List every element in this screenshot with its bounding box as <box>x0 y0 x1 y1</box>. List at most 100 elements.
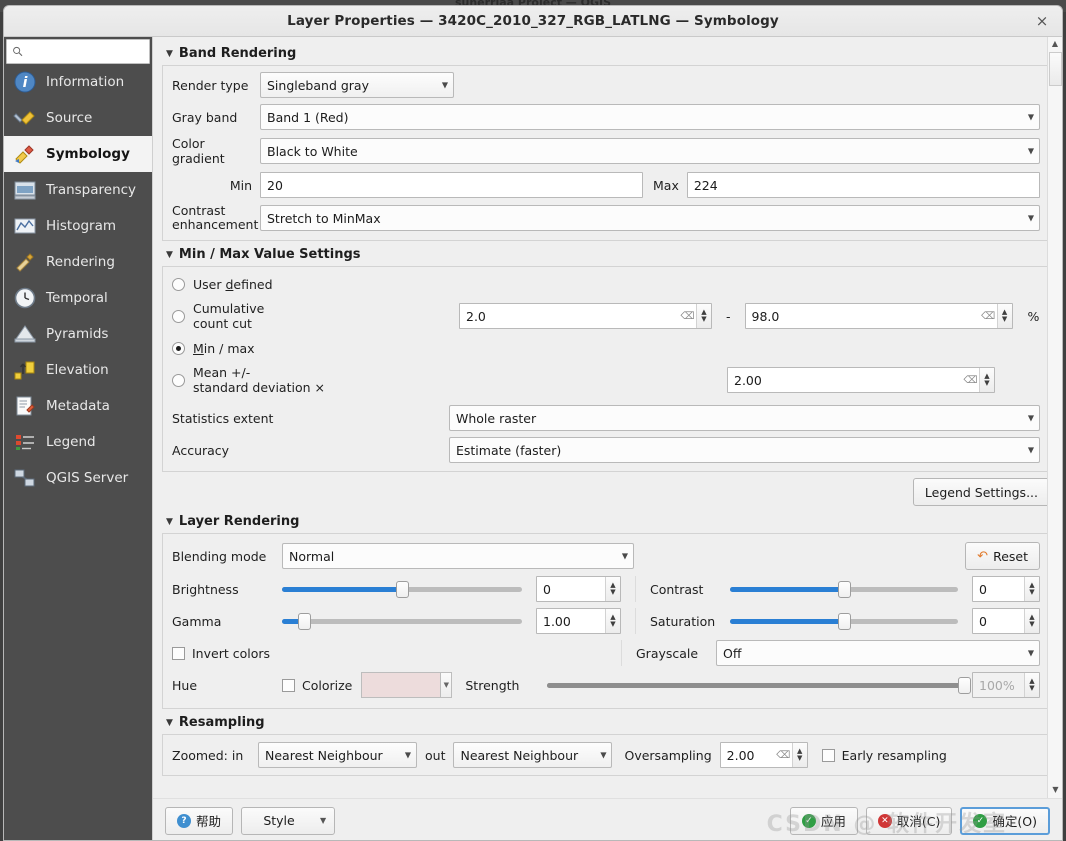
search-box[interactable] <box>6 39 150 64</box>
render-type-dropdown[interactable]: Singleband gray ▼ <box>260 72 454 98</box>
early-resampling-row[interactable]: Early resampling <box>821 748 947 763</box>
invert-colors-row[interactable]: Invert colors <box>172 646 621 661</box>
chevron-down-icon: ▼ <box>600 750 607 760</box>
help-button[interactable]: ? 帮助 <box>165 806 234 835</box>
oversampling-label: Oversampling <box>624 747 712 763</box>
sidebar-item-transparency[interactable]: Transparency <box>4 172 152 208</box>
scroll-up-arrow-icon[interactable]: ▲ <box>1048 37 1062 52</box>
style-button[interactable]: Style ▼ <box>241 806 336 835</box>
stepper-icon[interactable]: ▲ ▼ <box>1024 609 1039 633</box>
slider-handle[interactable] <box>958 676 971 694</box>
max-label: Max <box>653 177 679 193</box>
mean-stddev-spinbox[interactable]: 2.00 ⌫ ▲ ▼ <box>727 367 995 393</box>
saturation-spinbox[interactable]: 0 ▲ ▼ <box>972 608 1040 634</box>
contrast-spinbox[interactable]: 0 ▲ ▼ <box>972 576 1040 602</box>
blending-mode-dropdown[interactable]: Normal ▼ <box>282 543 634 569</box>
colorize-checkbox[interactable] <box>282 678 295 692</box>
chevron-down-icon: ▼ <box>1027 413 1034 423</box>
brightness-slider[interactable] <box>282 579 522 599</box>
dialog-body: i Information Source Symbology Transpare… <box>4 37 1062 840</box>
sidebar-item-information[interactable]: i Information <box>4 64 152 100</box>
sidebar-item-symbology[interactable]: Symbology <box>4 136 152 172</box>
sidebar-item-temporal[interactable]: Temporal <box>4 280 152 316</box>
chevron-down-icon: ▼ <box>1027 648 1034 658</box>
sidebar-item-source[interactable]: Source <box>4 100 152 136</box>
legend-settings-button[interactable]: Legend Settings... <box>912 478 1050 506</box>
cumulative-low-spinbox[interactable]: 2.0 ⌫ ▲ ▼ <box>459 303 712 329</box>
vertical-scrollbar[interactable]: ▲ ▼ <box>1047 37 1062 798</box>
oversampling-spinbox[interactable]: 2.00 ⌫ ▲ ▼ <box>719 742 808 768</box>
cancel-button[interactable]: ✕ 取消(C) <box>865 806 953 835</box>
stepper-icon[interactable]: ▲ ▼ <box>696 304 711 328</box>
stepper-icon[interactable]: ▲ ▼ <box>605 577 620 601</box>
apply-button[interactable]: ✓ 应用 <box>789 806 858 835</box>
section-minmax-header[interactable]: ▼ Min / Max Value Settings <box>166 247 1053 262</box>
sidebar-item-elevation[interactable]: Elevation <box>4 352 152 388</box>
clear-icon[interactable]: ⌫ <box>980 304 997 328</box>
sidebar-item-metadata[interactable]: Metadata <box>4 388 152 424</box>
search-input[interactable] <box>27 43 144 60</box>
option-user-defined[interactable]: User defined <box>172 277 1040 292</box>
sidebar-item-label: Transparency <box>46 182 137 198</box>
scroll-down-arrow-icon[interactable]: ▼ <box>1048 783 1062 798</box>
strength-slider[interactable] <box>547 675 971 695</box>
chevron-down-icon[interactable]: ▼ <box>441 672 453 698</box>
statistics-extent-dropdown[interactable]: Whole raster ▼ <box>449 405 1040 431</box>
saturation-slider[interactable] <box>730 611 958 631</box>
section-layer-rendering-header[interactable]: ▼ Layer Rendering <box>166 514 1053 529</box>
sidebar-item-pyramids[interactable]: Pyramids <box>4 316 152 352</box>
zoomed-in-dropdown[interactable]: Nearest Neighbour ▼ <box>258 742 417 768</box>
contrast-slider[interactable] <box>730 579 958 599</box>
color-swatch[interactable] <box>361 672 442 698</box>
accuracy-dropdown[interactable]: Estimate (faster) ▼ <box>449 437 1040 463</box>
sidebar-item-rendering[interactable]: Rendering <box>4 244 152 280</box>
reset-button[interactable]: ↶ Reset <box>965 542 1040 570</box>
gray-band-dropdown[interactable]: Band 1 (Red) ▼ <box>260 104 1040 130</box>
color-gradient-dropdown[interactable]: Black to White ▼ <box>260 138 1040 164</box>
stepper-icon[interactable]: ▲ ▼ <box>1024 577 1039 601</box>
clear-icon[interactable]: ⌫ <box>962 368 979 392</box>
sidebar-item-legend[interactable]: Legend <box>4 424 152 460</box>
scrollbar-thumb[interactable] <box>1049 52 1062 86</box>
sidebar-item-label: Source <box>46 110 93 126</box>
min-input[interactable]: 20 <box>260 172 643 198</box>
invert-colors-checkbox[interactable] <box>172 646 185 660</box>
contrast-enhancement-dropdown[interactable]: Stretch to MinMax ▼ <box>260 205 1040 231</box>
colorize-row[interactable]: Colorize <box>282 678 352 693</box>
early-resampling-checkbox[interactable] <box>821 748 835 762</box>
stepper-icon[interactable]: ▲ ▼ <box>791 743 807 767</box>
slider-handle[interactable] <box>838 612 851 630</box>
option-cumulative-count-cut[interactable]: Cumulative count cut 2.0 ⌫ ▲ ▼ - 98.0 ⌫ ▲ ▼ <box>172 301 1040 331</box>
stepper-icon[interactable]: ▲ ▼ <box>996 304 1012 328</box>
close-icon[interactable]: × <box>1032 12 1052 32</box>
brightness-spinbox[interactable]: 0 ▲ ▼ <box>536 576 621 602</box>
slider-handle[interactable] <box>297 612 311 630</box>
grayscale-dropdown[interactable]: Off ▼ <box>716 640 1040 666</box>
stepper-icon[interactable]: ▲ ▼ <box>605 609 620 633</box>
cumulative-high-spinbox[interactable]: 98.0 ⌫ ▲ ▼ <box>744 303 1013 329</box>
clear-icon[interactable]: ⌫ <box>775 743 792 767</box>
option-min-max[interactable]: Min / max <box>172 341 1040 356</box>
user-defined-radio[interactable] <box>172 278 185 291</box>
sidebar-item-histogram[interactable]: Histogram <box>4 208 152 244</box>
clear-icon[interactable]: ⌫ <box>679 304 696 328</box>
zoomed-out-dropdown[interactable]: Nearest Neighbour ▼ <box>453 742 613 768</box>
gamma-slider[interactable] <box>282 611 522 631</box>
cumulative-count-cut-radio[interactable] <box>172 309 185 323</box>
mean-stddev-radio[interactable] <box>172 373 185 387</box>
slider-handle[interactable] <box>396 580 409 598</box>
gamma-spinbox[interactable]: 1.00 ▲ ▼ <box>536 608 621 634</box>
chevron-down-icon: ▼ <box>320 816 327 825</box>
slider-handle[interactable] <box>838 580 851 598</box>
colorize-color-picker[interactable]: ▼ <box>361 672 453 698</box>
section-resampling-header[interactable]: ▼ Resampling <box>166 715 1053 730</box>
brightness-value: 0 <box>543 581 551 597</box>
min-max-radio[interactable] <box>172 342 185 355</box>
divider <box>635 576 636 602</box>
option-mean-stddev[interactable]: Mean +/- standard deviation × 2.00 ⌫ ▲ ▼ <box>172 365 1040 395</box>
sidebar-item-qgis-server[interactable]: QGIS Server <box>4 460 152 496</box>
stepper-icon[interactable]: ▲ ▼ <box>979 368 994 392</box>
section-band-rendering-header[interactable]: ▼ Band Rendering <box>166 46 1053 61</box>
max-input[interactable]: 224 <box>686 172 1040 198</box>
ok-button[interactable]: ✓ 确定(O) <box>960 806 1050 835</box>
